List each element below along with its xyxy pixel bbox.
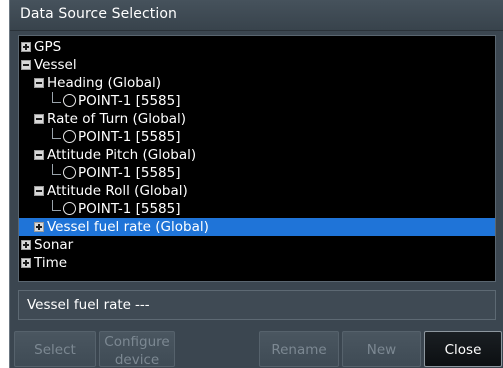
expand-plus-icon[interactable] <box>21 42 31 52</box>
configure-button-label-line2: device <box>114 352 160 368</box>
tree-item-time[interactable]: Time <box>19 254 495 272</box>
tree-item-label: POINT-1 [5585] <box>78 201 181 217</box>
new-button-label: New <box>366 342 397 358</box>
collapse-minus-icon[interactable] <box>34 150 44 160</box>
tree-item-label: Rate of Turn (Global) <box>47 111 187 127</box>
tree-item-label: Vessel <box>34 57 77 73</box>
expand-plus-icon[interactable] <box>34 222 44 232</box>
tree-item-label: Attitude Pitch (Global) <box>47 147 197 163</box>
tree-item-source[interactable]: POINT-1 [5585] <box>19 92 495 110</box>
tree-item-vessel-fuel-rate[interactable]: Vessel fuel rate (Global) <box>19 218 495 236</box>
collapse-minus-icon[interactable] <box>21 60 31 70</box>
select-button[interactable]: Select <box>14 331 96 367</box>
data-source-tree[interactable]: GPS Vessel Heading (Global) POINT-1 [558… <box>18 35 496 282</box>
configure-button-label-line1: Configure <box>104 334 170 350</box>
radio-button-icon[interactable] <box>63 94 76 107</box>
tree-item-rate-of-turn[interactable]: Rate of Turn (Global) <box>19 110 495 128</box>
tree-item-attitude-roll[interactable]: Attitude Roll (Global) <box>19 182 495 200</box>
radio-button-icon[interactable] <box>63 166 76 179</box>
close-button[interactable]: Close <box>424 331 502 367</box>
tree-item-heading[interactable]: Heading (Global) <box>19 74 495 92</box>
configure-device-button[interactable]: Configure device <box>99 331 175 368</box>
tree-connector <box>52 164 61 175</box>
tree-item-label: Vessel fuel rate (Global) <box>47 219 209 235</box>
collapse-minus-icon[interactable] <box>34 114 44 124</box>
tree-connector <box>52 92 61 103</box>
radio-button-icon[interactable] <box>63 130 76 143</box>
tree-item-label: POINT-1 [5585] <box>78 165 181 181</box>
tree-item-label: Sonar <box>34 237 74 253</box>
tree-item-label: Time <box>34 255 68 271</box>
info-value: --- <box>135 297 150 313</box>
tree-item-label: POINT-1 [5585] <box>78 129 181 145</box>
tree-item-vessel[interactable]: Vessel <box>19 56 495 74</box>
tree-item-label: POINT-1 [5585] <box>78 93 181 109</box>
tree-item-source[interactable]: POINT-1 [5585] <box>19 164 495 182</box>
selected-source-info: Vessel fuel rate --- <box>18 290 496 320</box>
tree-item-gps[interactable]: GPS <box>19 38 495 56</box>
select-button-label: Select <box>34 342 76 358</box>
tree-item-attitude-pitch[interactable]: Attitude Pitch (Global) <box>19 146 495 164</box>
close-button-label: Close <box>444 342 482 358</box>
info-label: Vessel fuel rate <box>27 297 131 313</box>
expand-plus-icon[interactable] <box>21 258 31 268</box>
new-button[interactable]: New <box>342 331 421 367</box>
collapse-minus-icon[interactable] <box>34 78 44 88</box>
expand-plus-icon[interactable] <box>21 240 31 250</box>
tree-item-source[interactable]: POINT-1 [5585] <box>19 200 495 218</box>
tree-item-label: GPS <box>34 39 62 55</box>
tree-connector <box>52 200 61 211</box>
tree-item-source[interactable]: POINT-1 [5585] <box>19 128 495 146</box>
tree-connector <box>52 128 61 139</box>
collapse-minus-icon[interactable] <box>34 186 44 196</box>
rename-button-label: Rename <box>271 342 327 358</box>
dialog-title: Data Source Selection <box>20 6 178 22</box>
radio-button-icon[interactable] <box>63 202 76 215</box>
tree-item-sonar[interactable]: Sonar <box>19 236 495 254</box>
tree-item-label: Attitude Roll (Global) <box>47 183 188 199</box>
data-source-selection-dialog: Data Source Selection GPS Vessel Heading… <box>9 0 503 368</box>
rename-button[interactable]: Rename <box>259 331 339 367</box>
title-bar: Data Source Selection <box>10 0 503 31</box>
tree-item-label: Heading (Global) <box>47 75 162 91</box>
